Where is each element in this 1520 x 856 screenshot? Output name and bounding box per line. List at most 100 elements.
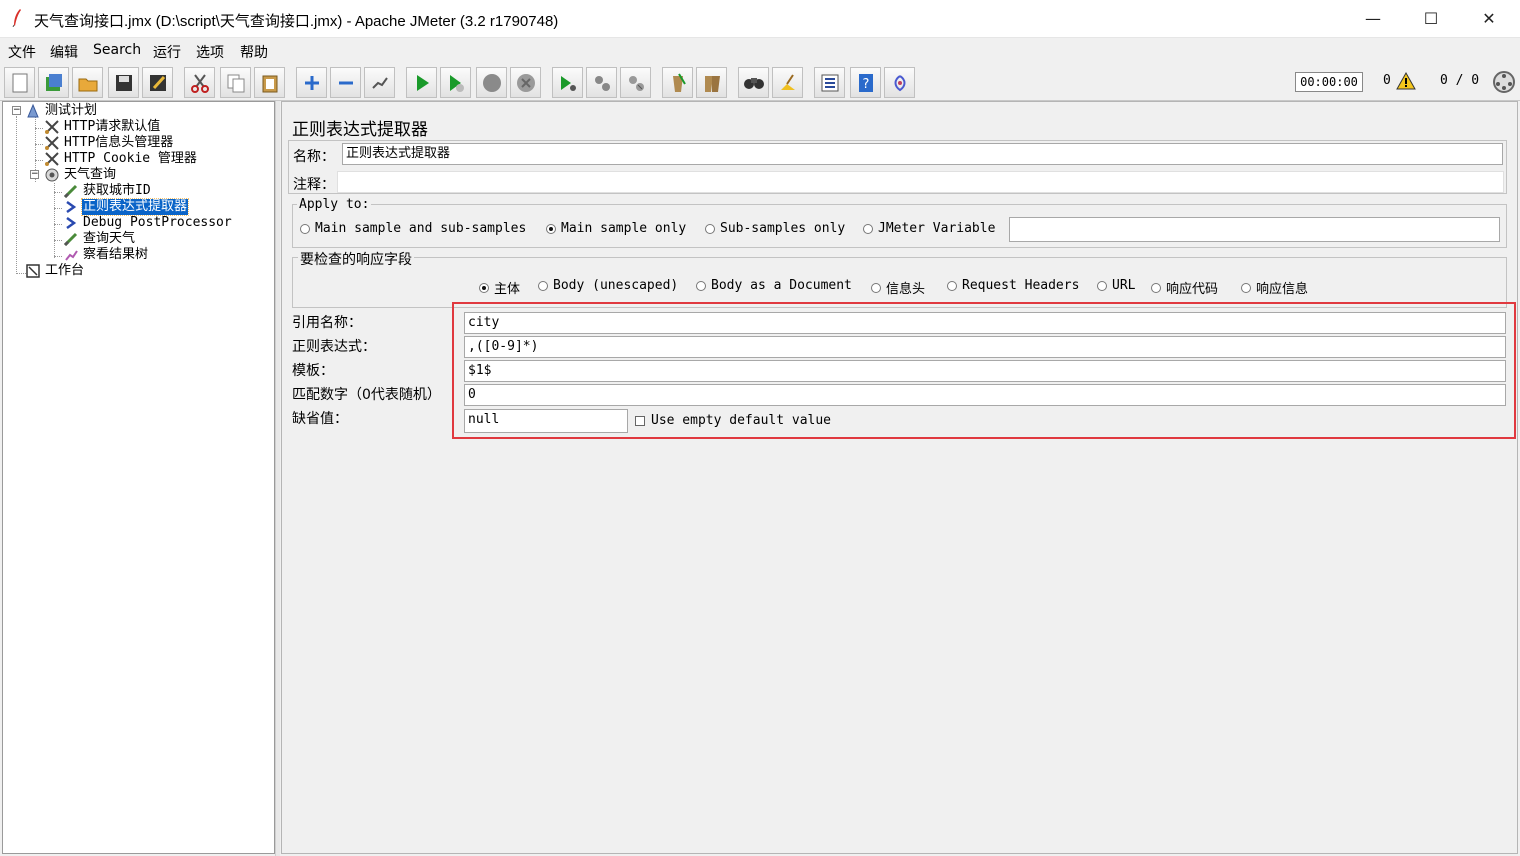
minimize-button[interactable]: — bbox=[1344, 0, 1402, 38]
open-button[interactable] bbox=[72, 67, 103, 98]
panel-title: 正则表达式提取器 bbox=[292, 120, 428, 139]
save-as-button[interactable] bbox=[142, 67, 173, 98]
clear-all-button[interactable] bbox=[696, 67, 727, 98]
radio-dot bbox=[538, 280, 548, 291]
help-button[interactable]: ? bbox=[850, 67, 881, 98]
apply-main-only-radio[interactable]: Main sample only bbox=[546, 221, 686, 236]
tree-item-view-results-tree[interactable]: 察看结果树 bbox=[63, 247, 149, 263]
tree-item-header-manager[interactable]: HTTP信息头管理器 bbox=[44, 135, 174, 151]
radio-dot bbox=[871, 282, 881, 293]
copy-button[interactable] bbox=[220, 67, 251, 98]
check-request-headers-radio[interactable]: Request Headers bbox=[947, 278, 1079, 293]
menu-edit[interactable]: 编辑 bbox=[50, 42, 78, 62]
close-button[interactable]: ✕ bbox=[1460, 0, 1518, 38]
menu-help[interactable]: 帮助 bbox=[240, 42, 268, 62]
remote-shutdown-all-button[interactable] bbox=[620, 67, 651, 98]
radio-dot bbox=[1151, 282, 1161, 293]
tree-item-thread-group[interactable]: 天气查询 bbox=[44, 167, 117, 183]
start-no-pause-button[interactable] bbox=[440, 67, 471, 98]
reset-search-button[interactable] bbox=[772, 67, 803, 98]
save-button[interactable] bbox=[108, 67, 139, 98]
check-body-radio[interactable]: 主体 bbox=[479, 278, 520, 297]
highlight-annotation-box bbox=[452, 302, 1516, 439]
start-no-pause-icon bbox=[449, 74, 464, 92]
templates-button[interactable] bbox=[38, 67, 69, 98]
templates-icon bbox=[45, 73, 62, 91]
check-body-as-document-radio[interactable]: Body as a Document bbox=[696, 278, 852, 293]
cut-button[interactable] bbox=[184, 67, 215, 98]
shutdown-button[interactable] bbox=[510, 67, 541, 98]
radio-label: URL bbox=[1112, 278, 1136, 293]
elapsed-timer: 00:00:00 bbox=[1295, 72, 1363, 92]
maximize-button[interactable]: ☐ bbox=[1402, 0, 1460, 38]
shutdown-icon bbox=[516, 73, 535, 92]
search-icon bbox=[743, 77, 764, 89]
thread-group-icon bbox=[45, 168, 59, 182]
panel-splitter[interactable] bbox=[275, 101, 280, 856]
tree-item-workbench[interactable]: 工作台 bbox=[25, 263, 85, 279]
search-button[interactable] bbox=[738, 67, 769, 98]
tree-item-label: HTTP Cookie 管理器 bbox=[64, 151, 197, 166]
reference-name-label: 引用名称： bbox=[292, 315, 362, 331]
tree-item-sampler-query-weather[interactable]: 查询天气 bbox=[63, 231, 136, 247]
cut-icon bbox=[190, 73, 209, 93]
menu-file[interactable]: 文件 bbox=[8, 42, 36, 62]
radio-label: Request Headers bbox=[962, 278, 1080, 293]
jmeter-variable-field[interactable] bbox=[1009, 217, 1500, 242]
config-element-icon bbox=[45, 120, 59, 134]
stop-button[interactable] bbox=[476, 67, 507, 98]
stop-icon bbox=[482, 73, 501, 92]
jmeter-feather-icon bbox=[12, 9, 21, 27]
check-body-unescaped-radio[interactable]: Body (unescaped) bbox=[538, 278, 678, 293]
comment-field[interactable] bbox=[337, 171, 1504, 193]
warning-icon[interactable] bbox=[1396, 71, 1416, 91]
menu-run[interactable]: 运行 bbox=[153, 42, 181, 62]
match-no-label: 匹配数字（0代表随机） bbox=[292, 387, 441, 403]
collapse-all-button[interactable] bbox=[330, 67, 361, 98]
remote-stop-all-button[interactable] bbox=[586, 67, 617, 98]
tree-item-sampler-get-city[interactable]: 获取城市ID bbox=[63, 183, 152, 199]
clear-button[interactable] bbox=[662, 67, 693, 98]
tree-item-test-plan[interactable]: 测试计划 bbox=[25, 103, 98, 119]
tree-item-cookie-manager[interactable]: HTTP Cookie 管理器 bbox=[44, 151, 198, 167]
radio-dot bbox=[300, 223, 310, 234]
remote-start-all-button[interactable] bbox=[552, 67, 583, 98]
field-to-check-title: 要检查的响应字段 bbox=[298, 249, 414, 269]
menu-options[interactable]: 选项 bbox=[196, 42, 224, 62]
check-response-message-radio[interactable]: 响应信息 bbox=[1241, 278, 1308, 297]
function-helper-button[interactable] bbox=[814, 67, 845, 98]
start-button[interactable] bbox=[406, 67, 437, 98]
test-plan-icon bbox=[27, 103, 39, 118]
apply-jmeter-variable-radio[interactable]: JMeter Variable bbox=[863, 221, 995, 236]
paste-button[interactable] bbox=[254, 67, 285, 98]
tree-item-regex-extractor[interactable]: 正则表达式提取器 bbox=[63, 198, 190, 216]
tree-item-http-defaults[interactable]: HTTP请求默认值 bbox=[44, 119, 161, 135]
save-as-icon bbox=[149, 74, 166, 91]
check-url-radio[interactable]: URL bbox=[1097, 278, 1135, 293]
svg-text:?: ? bbox=[862, 77, 869, 92]
apply-main-and-sub-radio[interactable]: Main sample and sub-samples bbox=[300, 221, 526, 236]
tree-item-label: HTTP请求默认值 bbox=[64, 119, 161, 134]
log-viewer-button[interactable] bbox=[884, 67, 915, 98]
radio-dot bbox=[705, 223, 715, 234]
tree-item-debug-postprocessor[interactable]: Debug PostProcessor bbox=[63, 215, 233, 231]
expand-all-button[interactable] bbox=[296, 67, 327, 98]
tree-item-label: 测试计划 bbox=[45, 103, 98, 118]
apply-sub-only-radio[interactable]: Sub-samples only bbox=[705, 221, 845, 236]
menu-search[interactable]: Search bbox=[93, 42, 141, 58]
remote-stop-icon bbox=[594, 75, 610, 91]
start-icon bbox=[416, 74, 429, 91]
log-viewer-icon bbox=[894, 74, 905, 91]
expand-icon bbox=[304, 75, 319, 90]
tree-collapse-toggle[interactable]: − bbox=[12, 106, 21, 115]
check-response-code-radio[interactable]: 响应代码 bbox=[1151, 278, 1218, 297]
tree-collapse-toggle[interactable]: − bbox=[30, 170, 39, 179]
radio-dot bbox=[1241, 282, 1251, 293]
toggle-button[interactable] bbox=[364, 67, 395, 98]
new-button[interactable] bbox=[4, 67, 35, 98]
tree-item-label: 工作台 bbox=[45, 263, 85, 278]
tree-item-label: 查询天气 bbox=[83, 231, 136, 246]
remote-engines-icon[interactable] bbox=[1492, 70, 1516, 94]
check-headers-radio[interactable]: 信息头 bbox=[871, 278, 925, 297]
name-field[interactable]: 正则表达式提取器 bbox=[342, 143, 1503, 165]
